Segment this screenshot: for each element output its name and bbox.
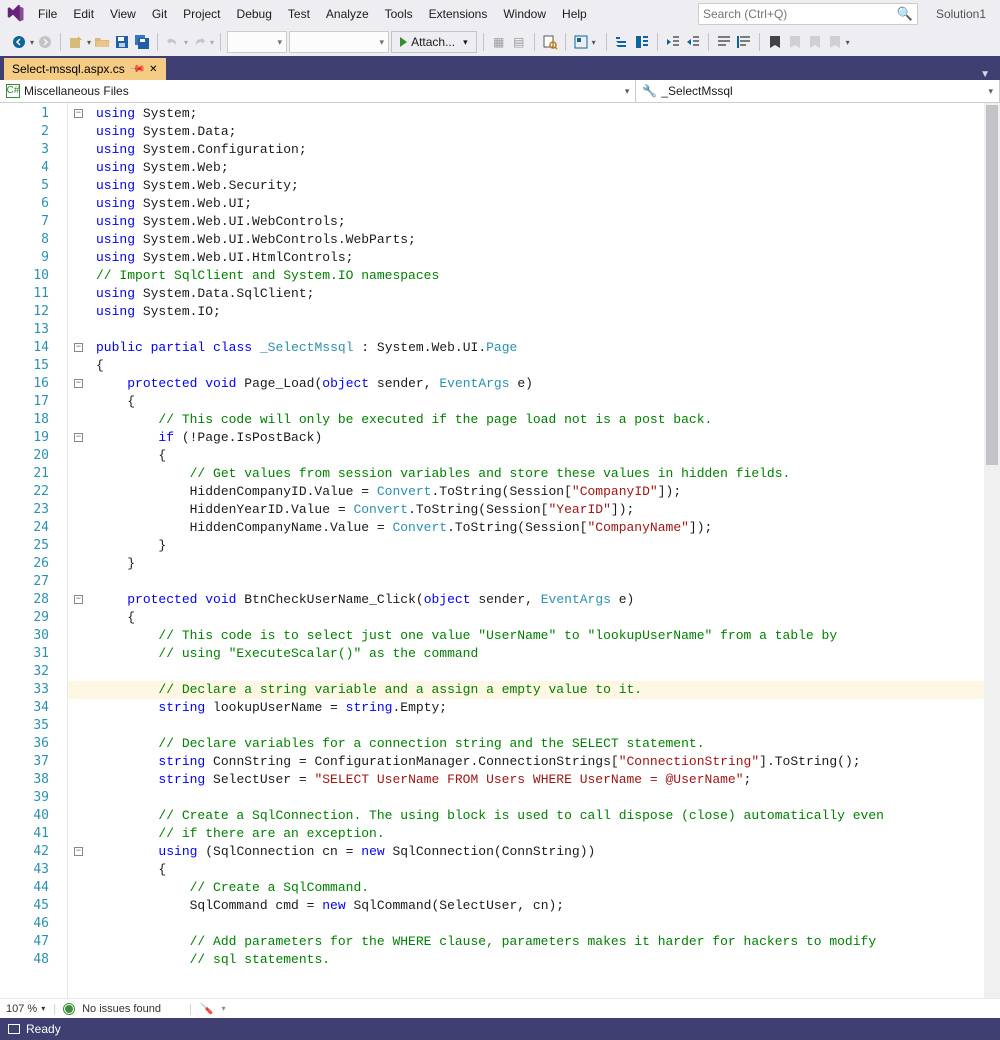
dropdown-caret-icon[interactable]: ▾ [222, 1004, 226, 1013]
menu-window[interactable]: Window [495, 0, 554, 28]
solution-platform-combo[interactable] [289, 31, 389, 53]
find-in-files-button[interactable] [541, 33, 559, 51]
undo-button[interactable] [164, 33, 182, 51]
bookmark-button[interactable] [766, 33, 784, 51]
tab-title: Select-mssql.aspx.cs [12, 62, 125, 76]
solution-config-combo[interactable] [227, 31, 287, 53]
dropdown-caret-icon[interactable]: ▾ [846, 38, 850, 47]
increase-indent-button[interactable] [684, 33, 702, 51]
zoom-combo[interactable]: 107 % [6, 1003, 45, 1015]
quick-search[interactable]: 🔍 [698, 3, 918, 25]
attach-button[interactable]: Attach... [391, 31, 477, 53]
toolbar-btn[interactable] [826, 33, 844, 51]
menu-edit[interactable]: Edit [65, 0, 102, 28]
pin-icon[interactable]: 📌 [129, 61, 146, 78]
tab-menu-caret-icon[interactable]: ▼ [980, 69, 990, 80]
code-editor[interactable]: 1234567891011121314151617181920212223242… [0, 103, 1000, 998]
search-icon: 🔍 [897, 6, 913, 22]
dropdown-caret-icon[interactable]: ▾ [87, 38, 91, 47]
menu-bar: FileEditViewGitProjectDebugTestAnalyzeTo… [0, 0, 1000, 28]
type-combo[interactable]: 🔧 _SelectMssql [636, 80, 1000, 102]
status-text: Ready [26, 1022, 61, 1036]
health-ok-icon [64, 1004, 74, 1014]
menu-items: FileEditViewGitProjectDebugTestAnalyzeTo… [30, 0, 595, 28]
menu-test[interactable]: Test [280, 0, 318, 28]
status-rect-icon [8, 1024, 20, 1034]
menu-git[interactable]: Git [144, 0, 175, 28]
menu-file[interactable]: File [30, 0, 65, 28]
menu-help[interactable]: Help [554, 0, 595, 28]
toolbar-btn[interactable] [786, 33, 804, 51]
menu-tools[interactable]: Tools [377, 0, 421, 28]
class-icon: 🔧 [642, 84, 657, 98]
screwdriver-icon[interactable]: 🪛 [200, 1002, 214, 1015]
editor-status-strip: 107 % | No issues found | 🪛 ▾ [0, 998, 1000, 1018]
menu-view[interactable]: View [102, 0, 144, 28]
new-project-button[interactable] [67, 33, 85, 51]
open-file-button[interactable] [93, 33, 111, 51]
code-area[interactable]: −using System;using System.Data;using Sy… [68, 103, 1000, 998]
menu-debug[interactable]: Debug [229, 0, 280, 28]
dropdown-caret-icon[interactable]: ▾ [210, 38, 214, 47]
csharp-file-icon: C# [6, 84, 20, 98]
search-input[interactable] [703, 7, 883, 21]
menu-analyze[interactable]: Analyze [318, 0, 377, 28]
decrease-indent-button[interactable] [664, 33, 682, 51]
dropdown-caret-icon[interactable]: ▾ [30, 38, 34, 47]
uncomment-button[interactable] [735, 33, 753, 51]
dropdown-caret-icon[interactable]: ▾ [592, 38, 596, 47]
save-button[interactable] [113, 33, 131, 51]
nav-back-button[interactable] [10, 33, 28, 51]
issues-label: No issues found [82, 1003, 161, 1015]
dropdown-caret-icon[interactable]: ▾ [184, 38, 188, 47]
vs-logo-icon [4, 2, 28, 26]
project-combo[interactable]: C# Miscellaneous Files [0, 80, 636, 102]
toolbar-btn[interactable] [572, 33, 590, 51]
comment-button[interactable] [715, 33, 733, 51]
play-icon [400, 37, 407, 47]
toolbar-btn[interactable] [806, 33, 824, 51]
line-number-gutter: 1234567891011121314151617181920212223242… [0, 103, 68, 998]
toolbar-btn[interactable]: ▦ [490, 33, 508, 51]
redo-button[interactable] [190, 33, 208, 51]
toolbar-btn[interactable] [613, 33, 631, 51]
code-nav-bar: C# Miscellaneous Files 🔧 _SelectMssql [0, 80, 1000, 103]
toolbar-btn[interactable]: ▤ [510, 33, 528, 51]
document-tab-bar: Select-mssql.aspx.cs 📌 ✕ ▼ [0, 56, 1000, 80]
solution-label[interactable]: Solution1 [926, 7, 996, 21]
save-all-button[interactable] [133, 33, 151, 51]
document-tab[interactable]: Select-mssql.aspx.cs 📌 ✕ [4, 58, 166, 80]
main-toolbar: ▾ ▾ ▾ ▾ Attach... ▦ ▤ ▾ ▾ [0, 28, 1000, 56]
status-bar: Ready [0, 1018, 1000, 1040]
menu-extensions[interactable]: Extensions [421, 0, 496, 28]
toolbar-btn[interactable] [633, 33, 651, 51]
menu-project[interactable]: Project [175, 0, 228, 28]
close-icon[interactable]: ✕ [149, 64, 157, 75]
nav-fwd-button[interactable] [36, 33, 54, 51]
vertical-scrollbar[interactable] [984, 103, 1000, 998]
